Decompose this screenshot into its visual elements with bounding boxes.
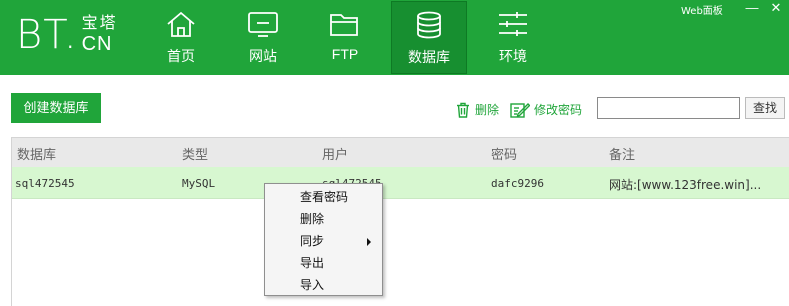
delete-link-label: 删除	[475, 103, 500, 117]
change-password-label: 修改密码	[534, 103, 583, 117]
top-bar: BT. 宝塔 CN 首页 网站 FTP 数据库 环境 Web面板 — ✕	[0, 0, 789, 75]
nav-website[interactable]: 网站	[227, 1, 299, 74]
logo: BT. 宝塔 CN	[16, 13, 118, 57]
sliders-icon	[499, 12, 527, 36]
table-row[interactable]: sql472545 MySQL sql472545 dafc9296 网站:[w…	[12, 167, 789, 199]
monitor-icon	[248, 12, 278, 37]
nav-environment[interactable]: 环境	[477, 1, 549, 74]
folder-icon	[330, 14, 358, 36]
nav-ftp-label: FTP	[331, 46, 359, 62]
trash-icon	[457, 102, 469, 118]
create-database-button[interactable]: 创建数据库	[11, 93, 101, 123]
logo-chinese-text: 宝塔	[81, 15, 118, 32]
edit-icon	[510, 102, 530, 118]
menu-item-export[interactable]: 导出	[265, 252, 382, 274]
column-header-password[interactable]: 密码	[491, 144, 517, 163]
window-title: Web面板	[681, 6, 723, 17]
column-header-user[interactable]: 用户	[322, 144, 348, 163]
cell-type: MySQL	[182, 177, 216, 190]
cell-database: sql472545	[15, 177, 75, 190]
context-menu: 查看密码 删除 同步 导出 导入	[264, 183, 383, 296]
logo-cn-text: CN	[81, 33, 113, 55]
database-table: 数据库 类型 用户 密码 备注 sql472545 MySQL sql47254…	[11, 137, 789, 306]
logo-bt-text: BT.	[16, 12, 78, 58]
column-header-database[interactable]: 数据库	[17, 144, 56, 163]
nav-database[interactable]: 数据库	[391, 1, 467, 74]
database-icon	[417, 11, 441, 39]
change-password-link[interactable]: 修改密码	[510, 101, 582, 118]
logo-right: 宝塔 CN	[81, 15, 118, 55]
nav-database-label: 数据库	[408, 49, 450, 65]
column-header-type[interactable]: 类型	[182, 144, 208, 163]
cell-note: 网站:[www.123free.win]...	[609, 178, 762, 192]
menu-item-view-password[interactable]: 查看密码	[265, 186, 382, 208]
nav-environment-label: 环境	[499, 48, 527, 64]
nav-website-label: 网站	[249, 48, 277, 64]
table-header: 数据库 类型 用户 密码 备注	[12, 138, 789, 167]
delete-link[interactable]: 删除	[455, 101, 499, 118]
menu-item-sync[interactable]: 同步	[265, 230, 382, 252]
menu-item-sync-label: 同步	[300, 234, 325, 248]
nav-home-label: 首页	[167, 48, 195, 64]
column-header-note[interactable]: 备注	[609, 144, 635, 163]
home-icon	[167, 11, 195, 37]
submenu-arrow-icon	[367, 238, 371, 246]
minimize-button[interactable]: —	[741, 0, 763, 18]
nav-ftp[interactable]: FTP	[309, 1, 381, 74]
close-button[interactable]: ✕	[765, 0, 787, 18]
search-input[interactable]	[597, 97, 740, 119]
menu-item-delete[interactable]: 删除	[265, 208, 382, 230]
cell-password: dafc9296	[491, 177, 544, 190]
search-button[interactable]: 查找	[745, 97, 785, 119]
nav-home[interactable]: 首页	[145, 1, 217, 74]
menu-item-import[interactable]: 导入	[265, 274, 382, 296]
